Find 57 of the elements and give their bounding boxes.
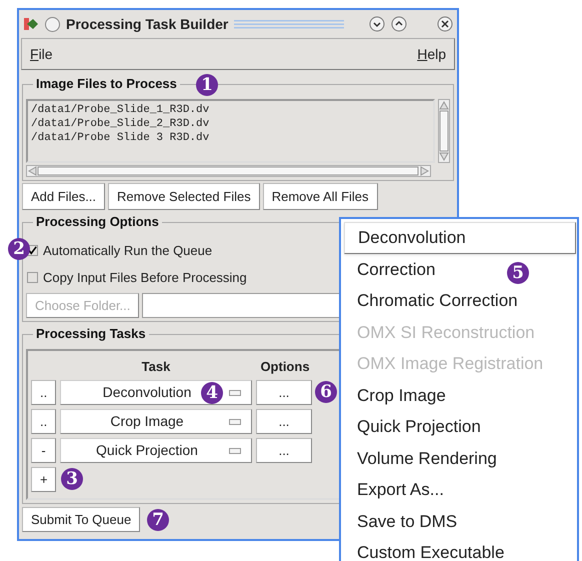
task-dropdown[interactable]: Crop Image	[60, 409, 252, 434]
group-title: Processing Tasks	[33, 326, 149, 342]
submit-to-queue-button[interactable]: Submit To Queue	[22, 507, 140, 532]
task-menu-item[interactable]: Deconvolution	[344, 222, 576, 254]
task-menu-item[interactable]: Volume Rendering	[344, 442, 510, 474]
minimize-icon[interactable]	[369, 16, 385, 32]
callout-badge: 1	[196, 74, 218, 96]
close-icon[interactable]	[437, 16, 453, 32]
task-menu-item[interactable]: Crop Image	[344, 380, 459, 411]
callout-badge: 3	[61, 468, 83, 490]
task-options-button[interactable]: ...	[256, 380, 312, 405]
task-menu-item[interactable]: Custom Executable	[344, 537, 518, 561]
task-menu-item[interactable]: Export As...	[344, 474, 457, 506]
column-header: Options	[259, 358, 311, 376]
menu-item[interactable]: File	[30, 44, 53, 64]
dropdown-indicator-icon	[229, 448, 241, 454]
task-dropdown[interactable]: Quick Projection	[60, 438, 252, 463]
file-button[interactable]: Remove Selected Files	[108, 183, 260, 210]
dropdown-indicator-icon	[229, 418, 241, 424]
column-header: Task	[140, 358, 172, 376]
file-button[interactable]: Add Files...	[22, 183, 106, 210]
callout-badge: 5	[507, 262, 529, 284]
callout-badge: 7	[147, 509, 169, 531]
task-menu-item[interactable]: Correction	[344, 254, 448, 285]
checkbox-label: Copy Input Files Before Processing	[43, 268, 247, 287]
file-path: /data1/Probe Slide 3 R3D.dv	[31, 131, 210, 145]
dropdown-indicator-icon	[229, 390, 241, 396]
task-options-button[interactable]: ...	[256, 409, 312, 434]
remove-task-button[interactable]: -	[31, 438, 56, 463]
title-bar-lines-icon	[234, 19, 344, 29]
file-path: /data1/Probe_Slide_2_R3D.dv	[31, 117, 210, 131]
task-menu-item[interactable]: Quick Projection	[344, 411, 494, 442]
check-icon	[28, 245, 37, 256]
checkbox-label: Automatically Run the Queue	[43, 242, 212, 260]
menu-icon[interactable]	[45, 16, 60, 32]
task-dropdown[interactable]: Deconvolution 4	[60, 380, 252, 405]
menu-item[interactable]: Help	[417, 44, 446, 64]
file-list[interactable]: /data1/Probe_Slide_1_R3D.dv /data1/Probe_Slide_2_R3D.dv /data1/Probe Slide 3 R3D.dv	[26, 99, 435, 163]
add-task-button[interactable]: +	[31, 467, 56, 492]
file-button[interactable]: Remove All Files	[262, 183, 378, 210]
task-menu-item[interactable]: Save to DMS	[344, 506, 470, 537]
callout-badge: 2	[8, 238, 30, 260]
file-path: /data1/Probe_Slide_1_R3D.dv	[31, 103, 210, 117]
app-icon	[23, 16, 39, 32]
remove-task-button[interactable]: ..	[31, 380, 56, 405]
callout-badge: 6	[315, 381, 337, 403]
group-title: Processing Options	[33, 214, 162, 230]
group-title: Image Files to Process	[33, 76, 180, 92]
task-menu-item[interactable]: Chromatic Correction	[344, 285, 531, 316]
vertical-scrollbar[interactable]	[438, 99, 450, 163]
remove-task-button[interactable]: ..	[31, 409, 56, 434]
checkbox[interactable]	[27, 272, 38, 283]
callout-badge: 4	[201, 382, 223, 404]
maximize-icon[interactable]	[391, 16, 407, 32]
task-options-button[interactable]: ...	[256, 438, 312, 463]
horizontal-scrollbar[interactable]	[26, 165, 431, 177]
window-title: Processing Task Builder	[66, 14, 228, 34]
